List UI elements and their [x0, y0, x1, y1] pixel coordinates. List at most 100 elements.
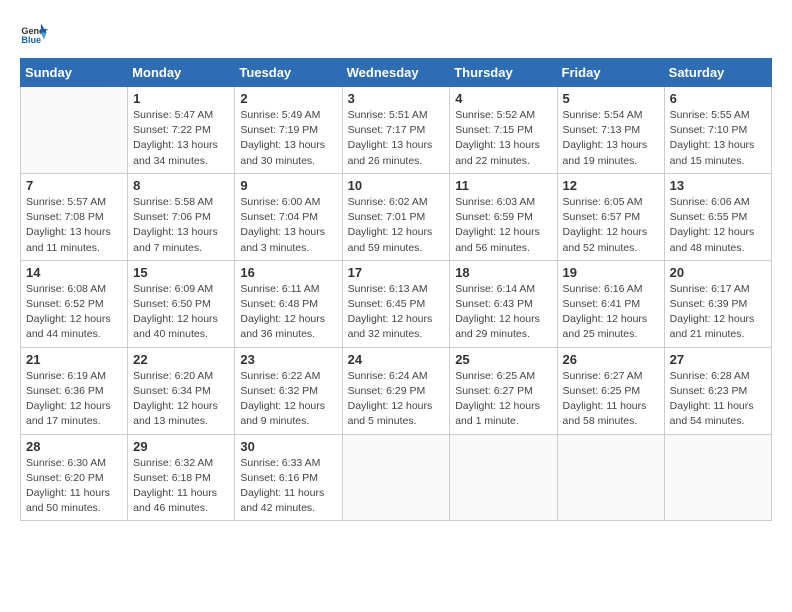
day-number: 2 — [240, 91, 336, 106]
day-cell: 3 Sunrise: 5:51 AMSunset: 7:17 PMDaylight… — [342, 87, 450, 174]
day-cell — [21, 87, 128, 174]
day-number: 28 — [26, 439, 122, 454]
day-cell: 24Sunrise: 6:24 AMSunset: 6:29 PMDayligh… — [342, 347, 450, 434]
day-number: 18 — [455, 265, 551, 280]
day-info: Sunrise: 6:27 AMSunset: 6:25 PMDaylight:… — [563, 369, 659, 430]
day-number: 12 — [563, 178, 659, 193]
day-number: 22 — [133, 352, 229, 367]
day-number: 8 — [133, 178, 229, 193]
day-number: 15 — [133, 265, 229, 280]
day-cell: 12 Sunrise: 6:05 AMSunset: 6:57 PMDayligh… — [557, 173, 664, 260]
day-info: Sunrise: 6:06 AMSunset: 6:55 PMDaylight:… — [670, 195, 766, 256]
day-number: 7 — [26, 178, 122, 193]
day-number: 21 — [26, 352, 122, 367]
day-number: 26 — [563, 352, 659, 367]
week-row-1: 1 Sunrise: 5:47 AMSunset: 7:22 PMDaylight… — [21, 87, 772, 174]
day-cell: 8 Sunrise: 5:58 AMSunset: 7:06 PMDaylight… — [128, 173, 235, 260]
day-number: 16 — [240, 265, 336, 280]
day-cell: 20 Sunrise: 6:17 AMSunset: 6:39 PMDayligh… — [664, 260, 771, 347]
day-cell: 4Sunrise: 5:52 AMSunset: 7:15 PMDaylight… — [450, 87, 557, 174]
day-number: 27 — [670, 352, 766, 367]
day-cell: 27 Sunrise: 6:28 AMSunset: 6:23 PMDayligh… — [664, 347, 771, 434]
col-header-friday: Friday — [557, 59, 664, 87]
day-info: Sunrise: 5:47 AMSunset: 7:22 PMDaylight:… — [133, 108, 229, 169]
week-row-3: 14 Sunrise: 6:08 AMSunset: 6:52 PMDayligh… — [21, 260, 772, 347]
day-info: Sunrise: 6:30 AMSunset: 6:20 PMDaylight:… — [26, 456, 122, 517]
day-cell: 14 Sunrise: 6:08 AMSunset: 6:52 PMDayligh… — [21, 260, 128, 347]
day-info: Sunrise: 5:51 AMSunset: 7:17 PMDaylight:… — [348, 108, 445, 169]
day-info: Sunrise: 6:22 AMSunset: 6:32 PMDaylight:… — [240, 369, 336, 430]
day-info: Sunrise: 5:57 AMSunset: 7:08 PMDaylight:… — [26, 195, 122, 256]
day-number: 13 — [670, 178, 766, 193]
day-info: Sunrise: 6:25 AMSunset: 6:27 PMDaylight:… — [455, 369, 551, 430]
day-info: Sunrise: 6:28 AMSunset: 6:23 PMDaylight:… — [670, 369, 766, 430]
day-info: Sunrise: 6:33 AMSunset: 6:16 PMDaylight:… — [240, 456, 336, 517]
day-info: Sunrise: 6:08 AMSunset: 6:52 PMDaylight:… — [26, 282, 122, 343]
day-info: Sunrise: 6:20 AMSunset: 6:34 PMDaylight:… — [133, 369, 229, 430]
day-cell: 19 Sunrise: 6:16 AMSunset: 6:41 PMDayligh… — [557, 260, 664, 347]
day-info: Sunrise: 6:32 AMSunset: 6:18 PMDaylight:… — [133, 456, 229, 517]
col-header-saturday: Saturday — [664, 59, 771, 87]
day-cell: 5Sunrise: 5:54 AMSunset: 7:13 PMDaylight… — [557, 87, 664, 174]
day-info: Sunrise: 6:05 AMSunset: 6:57 PMDaylight:… — [563, 195, 659, 256]
header-row: SundayMondayTuesdayWednesdayThursdayFrid… — [21, 59, 772, 87]
day-info: Sunrise: 6:03 AMSunset: 6:59 PMDaylight:… — [455, 195, 551, 256]
day-number: 11 — [455, 178, 551, 193]
day-cell: 26 Sunrise: 6:27 AMSunset: 6:25 PMDayligh… — [557, 347, 664, 434]
day-info: Sunrise: 6:24 AMSunset: 6:29 PMDaylight:… — [348, 369, 445, 430]
day-cell — [342, 434, 450, 521]
day-number: 25 — [455, 352, 551, 367]
calendar-table: SundayMondayTuesdayWednesdayThursdayFrid… — [20, 58, 772, 521]
day-info: Sunrise: 5:58 AMSunset: 7:06 PMDaylight:… — [133, 195, 229, 256]
day-info: Sunrise: 6:16 AMSunset: 6:41 PMDaylight:… — [563, 282, 659, 343]
day-number: 1 — [133, 91, 229, 106]
day-number: 9 — [240, 178, 336, 193]
day-number: 10 — [348, 178, 445, 193]
day-number: 4 — [455, 91, 551, 106]
day-cell — [450, 434, 557, 521]
day-info: Sunrise: 6:11 AMSunset: 6:48 PMDaylight:… — [240, 282, 336, 343]
day-number: 14 — [26, 265, 122, 280]
col-header-tuesday: Tuesday — [235, 59, 342, 87]
day-number: 29 — [133, 439, 229, 454]
day-number: 19 — [563, 265, 659, 280]
day-cell: 25 Sunrise: 6:25 AMSunset: 6:27 PMDayligh… — [450, 347, 557, 434]
day-cell: 29 Sunrise: 6:32 AMSunset: 6:18 PMDayligh… — [128, 434, 235, 521]
day-number: 23 — [240, 352, 336, 367]
day-cell: 7 Sunrise: 5:57 AMSunset: 7:08 PMDaylight… — [21, 173, 128, 260]
day-cell: 22 Sunrise: 6:20 AMSunset: 6:34 PMDayligh… — [128, 347, 235, 434]
day-number: 20 — [670, 265, 766, 280]
day-info: Sunrise: 6:09 AMSunset: 6:50 PMDaylight:… — [133, 282, 229, 343]
day-cell — [557, 434, 664, 521]
day-info: Sunrise: 6:17 AMSunset: 6:39 PMDaylight:… — [670, 282, 766, 343]
day-cell: 17Sunrise: 6:13 AMSunset: 6:45 PMDayligh… — [342, 260, 450, 347]
day-number: 6 — [670, 91, 766, 106]
day-cell: 10 Sunrise: 6:02 AMSunset: 7:01 PMDayligh… — [342, 173, 450, 260]
page-header: General Blue — [20, 20, 772, 48]
day-info: Sunrise: 5:54 AMSunset: 7:13 PMDaylight:… — [563, 108, 659, 169]
day-number: 3 — [348, 91, 445, 106]
day-cell: 2 Sunrise: 5:49 AMSunset: 7:19 PMDaylight… — [235, 87, 342, 174]
day-cell: 15 Sunrise: 6:09 AMSunset: 6:50 PMDayligh… — [128, 260, 235, 347]
day-cell: 6 Sunrise: 5:55 AMSunset: 7:10 PMDaylight… — [664, 87, 771, 174]
col-header-wednesday: Wednesday — [342, 59, 450, 87]
week-row-5: 28 Sunrise: 6:30 AMSunset: 6:20 PMDayligh… — [21, 434, 772, 521]
week-row-2: 7 Sunrise: 5:57 AMSunset: 7:08 PMDaylight… — [21, 173, 772, 260]
day-info: Sunrise: 6:00 AMSunset: 7:04 PMDaylight:… — [240, 195, 336, 256]
col-header-thursday: Thursday — [450, 59, 557, 87]
logo: General Blue — [20, 20, 52, 48]
day-info: Sunrise: 6:13 AMSunset: 6:45 PMDaylight:… — [348, 282, 445, 343]
day-cell: 23 Sunrise: 6:22 AMSunset: 6:32 PMDayligh… — [235, 347, 342, 434]
day-cell: 18 Sunrise: 6:14 AMSunset: 6:43 PMDayligh… — [450, 260, 557, 347]
day-number: 30 — [240, 439, 336, 454]
day-info: Sunrise: 6:02 AMSunset: 7:01 PMDaylight:… — [348, 195, 445, 256]
logo-icon: General Blue — [20, 20, 48, 48]
svg-text:Blue: Blue — [21, 35, 41, 45]
day-info: Sunrise: 6:14 AMSunset: 6:43 PMDaylight:… — [455, 282, 551, 343]
day-info: Sunrise: 6:19 AMSunset: 6:36 PMDaylight:… — [26, 369, 122, 430]
day-cell: 16 Sunrise: 6:11 AMSunset: 6:48 PMDayligh… — [235, 260, 342, 347]
day-cell: 28 Sunrise: 6:30 AMSunset: 6:20 PMDayligh… — [21, 434, 128, 521]
day-cell — [664, 434, 771, 521]
day-info: Sunrise: 5:49 AMSunset: 7:19 PMDaylight:… — [240, 108, 336, 169]
day-info: Sunrise: 5:55 AMSunset: 7:10 PMDaylight:… — [670, 108, 766, 169]
